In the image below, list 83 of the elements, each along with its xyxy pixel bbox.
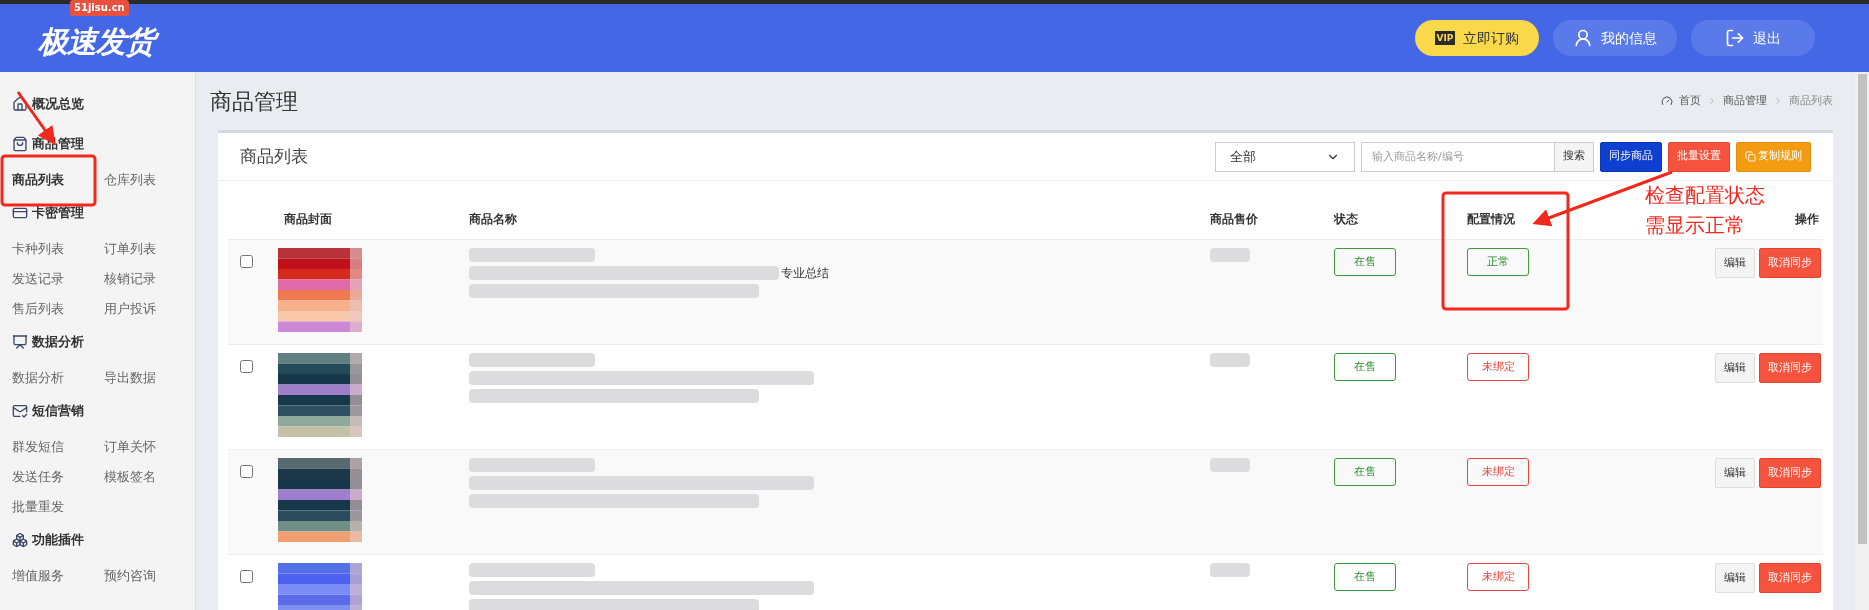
config-tag: 未绑定 [1467,353,1529,382]
house-icon [12,96,28,112]
sidebar-item[interactable]: 售后列表 [12,298,104,320]
bag-icon [12,136,28,152]
config-tag: 正常 [1467,248,1529,277]
column-header: 商品名称 [469,211,518,228]
logo: 极速发货 [36,22,162,62]
status-tag: 在售 [1334,563,1396,592]
edit-button[interactable]: 编辑 [1715,458,1755,488]
scrollbar[interactable] [1855,72,1869,610]
chart-icon [12,334,28,350]
column-header: 状态 [1334,211,1359,228]
sidebar-item[interactable]: 核销记录 [104,268,196,290]
breadcrumb-item[interactable]: 商品管理 [1723,92,1767,110]
edit-button[interactable]: 编辑 [1715,248,1755,278]
toolbar-button[interactable]: 批量设置 [1668,141,1730,172]
order-button[interactable]: VIP 立即订购 [1415,20,1539,56]
sidebar-item[interactable]: 群发短信 [12,436,104,458]
profile-button[interactable]: 我的信息 [1553,20,1677,56]
section-title: 功能插件 [32,531,84,550]
column-header: 商品售价 [1210,211,1259,228]
row-checkbox[interactable] [240,465,253,478]
filter-select[interactable]: 全部 [1215,141,1355,172]
cancel-sync-button[interactable]: 取消同步 [1759,248,1821,278]
status-tag: 在售 [1334,458,1396,487]
section-title: 卡密管理 [32,204,84,223]
sidebar-item[interactable]: 数据分析 [12,367,104,389]
gauge-icon [1661,95,1673,107]
mail-icon [12,403,28,419]
sidebar-item[interactable]: 发送记录 [12,268,104,290]
blurred-text [1210,563,1250,577]
cubes-icon [12,532,28,548]
card-title: 商品列表 [240,144,308,168]
status-tag: 在售 [1334,353,1396,382]
sidebar-item[interactable]: 模板签名 [104,466,196,488]
chevron-icon [1707,96,1717,106]
product-name: 专业总结 [781,266,829,280]
copy-icon [1745,151,1756,162]
sidebar-item[interactable]: 用户投诉 [104,298,196,320]
sidebar-item[interactable]: 批量重发 [12,496,104,518]
column-header: 配置情况 [1467,211,1516,228]
sidebar-item[interactable]: 商品列表 [12,169,104,191]
user-icon [1573,28,1593,48]
blurred-text [1210,353,1250,367]
sidebar-item[interactable]: 增值服务 [12,565,104,587]
row-checkbox[interactable] [240,255,253,268]
config-tag: 未绑定 [1467,563,1529,592]
search-field[interactable]: 输入商品名称/编号 [1361,141,1555,172]
card-icon [12,205,28,221]
row-checkbox[interactable] [240,360,253,373]
chevron-icon [1773,96,1783,106]
breadcrumb-item: 商品列表 [1789,92,1833,109]
column-header: 操作 [1795,211,1820,228]
row-checkbox[interactable] [240,570,253,583]
status-tag: 在售 [1334,248,1396,277]
vip-badge: VIP [1434,31,1456,45]
section-title: 短信营销 [32,402,84,421]
cancel-sync-button[interactable]: 取消同步 [1759,458,1821,488]
search-button[interactable]: 搜索 [1555,141,1594,172]
edit-button[interactable]: 编辑 [1715,353,1755,383]
config-tag: 未绑定 [1467,458,1529,487]
section-title: 数据分析 [32,333,84,352]
toolbar-button[interactable]: 同步商品 [1600,141,1662,172]
sidebar-item[interactable]: 订单列表 [104,238,196,260]
sidebar-item[interactable]: 预约咨询 [104,565,196,587]
page-title: 商品管理 [210,87,298,116]
sidebar-item[interactable]: 发送任务 [12,466,104,488]
sidebar-item[interactable]: 卡种列表 [12,238,104,260]
cancel-sync-button[interactable]: 取消同步 [1759,563,1821,593]
annotation-note: 检查配置状态 需显示正常 [1645,182,1765,239]
column-header: 商品封面 [283,211,333,228]
sidebar-item[interactable]: 导出数据 [104,367,196,389]
logout-button[interactable]: 退出 [1691,20,1815,56]
logo-badge: 51jisu.cn [70,0,129,16]
section-title: 概况总览 [32,95,84,114]
sidebar-item[interactable]: 订单关怀 [104,436,196,458]
cancel-sync-button[interactable]: 取消同步 [1759,353,1821,383]
logout-icon [1725,28,1745,48]
blurred-text [1210,248,1250,262]
sidebar-item[interactable]: 仓库列表 [104,169,196,191]
breadcrumb-item[interactable]: 首页 [1679,92,1701,110]
blurred-text [1210,458,1250,472]
edit-button[interactable]: 编辑 [1715,563,1755,593]
